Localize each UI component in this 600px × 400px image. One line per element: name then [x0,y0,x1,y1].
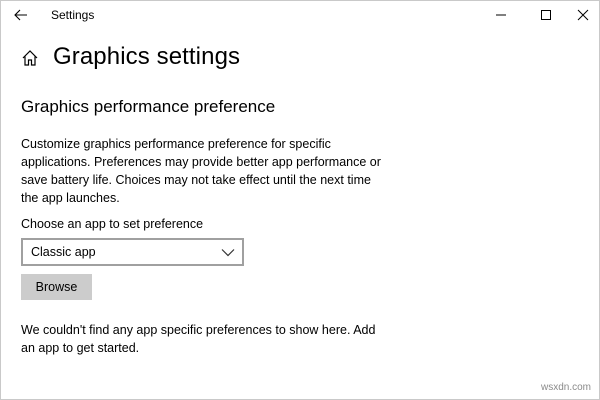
section-title: Graphics performance preference [21,97,276,116]
close-icon [577,9,589,21]
maximize-button[interactable] [526,1,566,29]
minimize-icon [496,14,506,16]
back-button[interactable] [6,3,36,27]
page-title: Graphics settings [53,43,241,70]
app-type-select[interactable]: Classic app [21,238,244,266]
window-title: Settings [51,8,95,22]
settings-window: Settings Graphics settings Graphics perf… [0,0,600,400]
empty-state-message: We couldn't find any app specific prefer… [21,323,376,355]
minimize-button[interactable] [481,1,521,29]
watermark: wsxdn.com [540,382,591,393]
back-arrow-icon [14,9,27,21]
app-picker-label: Choose an app to set preference [21,217,204,231]
home-icon [22,50,38,66]
home-button[interactable] [17,45,43,71]
section-description: Customize graphics performance preferenc… [21,137,381,205]
chevron-down-icon [221,246,235,258]
maximize-icon [541,10,551,20]
close-button[interactable] [563,1,600,29]
title-bar: Settings [1,1,599,29]
app-type-selected-value: Classic app [31,245,96,259]
browse-button[interactable]: Browse [21,274,92,300]
